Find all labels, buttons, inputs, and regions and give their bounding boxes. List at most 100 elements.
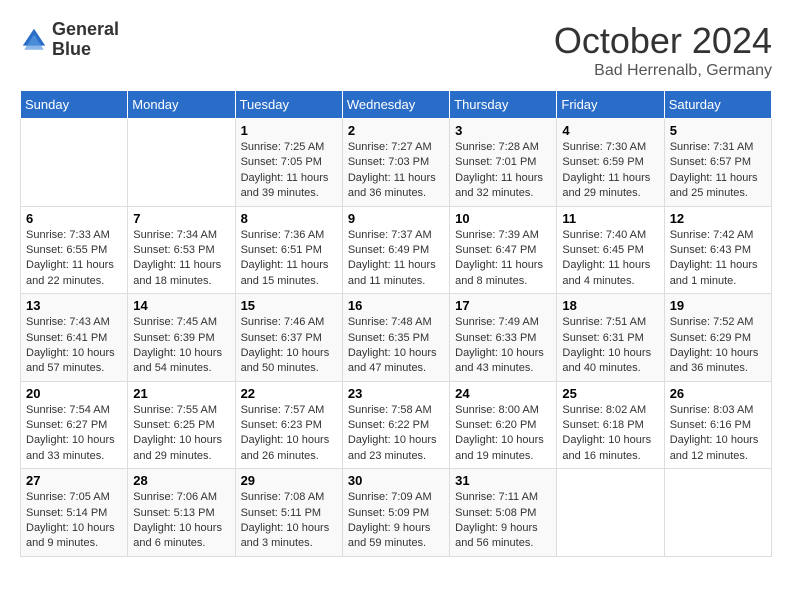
page-header: General Blue October 2024 Bad Herrenalb,… (20, 20, 772, 80)
day-info: Sunrise: 7:31 AM Sunset: 6:57 PM Dayligh… (670, 140, 766, 202)
day-number: 1 (241, 123, 337, 138)
calendar-cell (128, 119, 235, 207)
day-info: Sunrise: 7:09 AM Sunset: 5:09 PM Dayligh… (348, 490, 444, 552)
calendar-cell: 20 Sunrise: 7:54 AM Sunset: 6:27 PM Dayli… (21, 381, 128, 469)
day-number: 9 (348, 211, 444, 226)
day-number: 5 (670, 123, 766, 138)
calendar-cell: 4 Sunrise: 7:30 AM Sunset: 6:59 PM Daylig… (557, 119, 664, 207)
calendar-cell: 14 Sunrise: 7:45 AM Sunset: 6:39 PM Dayli… (128, 294, 235, 382)
day-info: Sunrise: 7:36 AM Sunset: 6:51 PM Dayligh… (241, 228, 337, 290)
day-number: 17 (455, 298, 551, 313)
location-subtitle: Bad Herrenalb, Germany (554, 62, 772, 80)
calendar-cell: 28 Sunrise: 7:06 AM Sunset: 5:13 PM Dayli… (128, 469, 235, 557)
calendar-cell: 2Sunrise: 7:27 AM Sunset: 7:03 PM Daylig… (342, 119, 449, 207)
calendar-cell: 26Sunrise: 8:03 AM Sunset: 6:16 PM Dayli… (664, 381, 771, 469)
logo-icon (20, 26, 48, 54)
day-info: Sunrise: 7:45 AM Sunset: 6:39 PM Dayligh… (133, 315, 229, 377)
day-info: Sunrise: 7:28 AM Sunset: 7:01 PM Dayligh… (455, 140, 551, 202)
calendar-cell (21, 119, 128, 207)
day-number: 2 (348, 123, 444, 138)
day-number: 21 (133, 386, 229, 401)
day-info: Sunrise: 7:30 AM Sunset: 6:59 PM Dayligh… (562, 140, 658, 202)
day-number: 19 (670, 298, 766, 313)
day-number: 15 (241, 298, 337, 313)
day-number: 14 (133, 298, 229, 313)
day-info: Sunrise: 7:52 AM Sunset: 6:29 PM Dayligh… (670, 315, 766, 377)
col-header-saturday: Saturday (664, 91, 771, 119)
day-number: 25 (562, 386, 658, 401)
logo: General Blue (20, 20, 119, 60)
week-row-1: 1Sunrise: 7:25 AM Sunset: 7:05 PM Daylig… (21, 119, 772, 207)
day-number: 13 (26, 298, 122, 313)
day-info: Sunrise: 7:33 AM Sunset: 6:55 PM Dayligh… (26, 228, 122, 290)
calendar-cell: 19 Sunrise: 7:52 AM Sunset: 6:29 PM Dayli… (664, 294, 771, 382)
day-number: 28 (133, 473, 229, 488)
col-header-friday: Friday (557, 91, 664, 119)
day-info: Sunrise: 7:49 AM Sunset: 6:33 PM Dayligh… (455, 315, 551, 377)
day-number: 29 (241, 473, 337, 488)
title-block: October 2024 Bad Herrenalb, Germany (554, 20, 772, 80)
calendar-cell: 27 Sunrise: 7:05 AM Sunset: 5:14 PM Dayli… (21, 469, 128, 557)
logo-text: General Blue (52, 20, 119, 60)
calendar-cell: 29 Sunrise: 7:08 AM Sunset: 5:11 PM Dayli… (235, 469, 342, 557)
day-info: Sunrise: 7:55 AM Sunset: 6:25 PM Dayligh… (133, 403, 229, 465)
day-number: 30 (348, 473, 444, 488)
calendar-cell: 10 Sunrise: 7:39 AM Sunset: 6:47 PM Dayli… (450, 206, 557, 294)
week-row-3: 13Sunrise: 7:43 AM Sunset: 6:41 PM Dayli… (21, 294, 772, 382)
calendar-header-row: SundayMondayTuesdayWednesdayThursdayFrid… (21, 91, 772, 119)
day-info: Sunrise: 7:05 AM Sunset: 5:14 PM Dayligh… (26, 490, 122, 552)
day-number: 16 (348, 298, 444, 313)
day-info: Sunrise: 7:42 AM Sunset: 6:43 PM Dayligh… (670, 228, 766, 290)
day-number: 8 (241, 211, 337, 226)
col-header-tuesday: Tuesday (235, 91, 342, 119)
day-info: Sunrise: 8:03 AM Sunset: 6:16 PM Dayligh… (670, 403, 766, 465)
day-info: Sunrise: 7:34 AM Sunset: 6:53 PM Dayligh… (133, 228, 229, 290)
col-header-thursday: Thursday (450, 91, 557, 119)
calendar-cell: 25 Sunrise: 8:02 AM Sunset: 6:18 PM Dayli… (557, 381, 664, 469)
day-info: Sunrise: 7:51 AM Sunset: 6:31 PM Dayligh… (562, 315, 658, 377)
day-info: Sunrise: 7:57 AM Sunset: 6:23 PM Dayligh… (241, 403, 337, 465)
day-number: 18 (562, 298, 658, 313)
month-title: October 2024 (554, 20, 772, 62)
calendar-cell: 21 Sunrise: 7:55 AM Sunset: 6:25 PM Dayli… (128, 381, 235, 469)
day-number: 3 (455, 123, 551, 138)
day-info: Sunrise: 8:00 AM Sunset: 6:20 PM Dayligh… (455, 403, 551, 465)
calendar-cell: 3 Sunrise: 7:28 AM Sunset: 7:01 PM Daylig… (450, 119, 557, 207)
calendar-cell: 9 Sunrise: 7:37 AM Sunset: 6:49 PM Daylig… (342, 206, 449, 294)
calendar-cell: 31Sunrise: 7:11 AM Sunset: 5:08 PM Dayli… (450, 469, 557, 557)
calendar-cell: 22Sunrise: 7:57 AM Sunset: 6:23 PM Dayli… (235, 381, 342, 469)
day-number: 10 (455, 211, 551, 226)
day-info: Sunrise: 7:11 AM Sunset: 5:08 PM Dayligh… (455, 490, 551, 552)
calendar-cell: 17 Sunrise: 7:49 AM Sunset: 6:33 PM Dayli… (450, 294, 557, 382)
calendar-cell: 7Sunrise: 7:34 AM Sunset: 6:53 PM Daylig… (128, 206, 235, 294)
day-info: Sunrise: 7:37 AM Sunset: 6:49 PM Dayligh… (348, 228, 444, 290)
day-info: Sunrise: 7:08 AM Sunset: 5:11 PM Dayligh… (241, 490, 337, 552)
day-info: Sunrise: 8:02 AM Sunset: 6:18 PM Dayligh… (562, 403, 658, 465)
day-number: 4 (562, 123, 658, 138)
day-number: 11 (562, 211, 658, 226)
day-info: Sunrise: 7:46 AM Sunset: 6:37 PM Dayligh… (241, 315, 337, 377)
week-row-5: 27 Sunrise: 7:05 AM Sunset: 5:14 PM Dayli… (21, 469, 772, 557)
day-number: 20 (26, 386, 122, 401)
calendar-cell: 30 Sunrise: 7:09 AM Sunset: 5:09 PM Dayli… (342, 469, 449, 557)
day-info: Sunrise: 7:39 AM Sunset: 6:47 PM Dayligh… (455, 228, 551, 290)
calendar-cell: 16Sunrise: 7:48 AM Sunset: 6:35 PM Dayli… (342, 294, 449, 382)
day-info: Sunrise: 7:40 AM Sunset: 6:45 PM Dayligh… (562, 228, 658, 290)
calendar-cell: 12Sunrise: 7:42 AM Sunset: 6:43 PM Dayli… (664, 206, 771, 294)
day-info: Sunrise: 7:58 AM Sunset: 6:22 PM Dayligh… (348, 403, 444, 465)
col-header-sunday: Sunday (21, 91, 128, 119)
day-info: Sunrise: 7:06 AM Sunset: 5:13 PM Dayligh… (133, 490, 229, 552)
calendar-cell (557, 469, 664, 557)
calendar-cell: 24 Sunrise: 8:00 AM Sunset: 6:20 PM Dayli… (450, 381, 557, 469)
calendar-cell: 13Sunrise: 7:43 AM Sunset: 6:41 PM Dayli… (21, 294, 128, 382)
calendar-table: SundayMondayTuesdayWednesdayThursdayFrid… (20, 90, 772, 557)
calendar-cell: 8 Sunrise: 7:36 AM Sunset: 6:51 PM Daylig… (235, 206, 342, 294)
week-row-2: 6Sunrise: 7:33 AM Sunset: 6:55 PM Daylig… (21, 206, 772, 294)
day-info: Sunrise: 7:54 AM Sunset: 6:27 PM Dayligh… (26, 403, 122, 465)
calendar-cell: 11 Sunrise: 7:40 AM Sunset: 6:45 PM Dayli… (557, 206, 664, 294)
day-number: 27 (26, 473, 122, 488)
col-header-monday: Monday (128, 91, 235, 119)
week-row-4: 20 Sunrise: 7:54 AM Sunset: 6:27 PM Dayli… (21, 381, 772, 469)
day-number: 24 (455, 386, 551, 401)
calendar-cell (664, 469, 771, 557)
